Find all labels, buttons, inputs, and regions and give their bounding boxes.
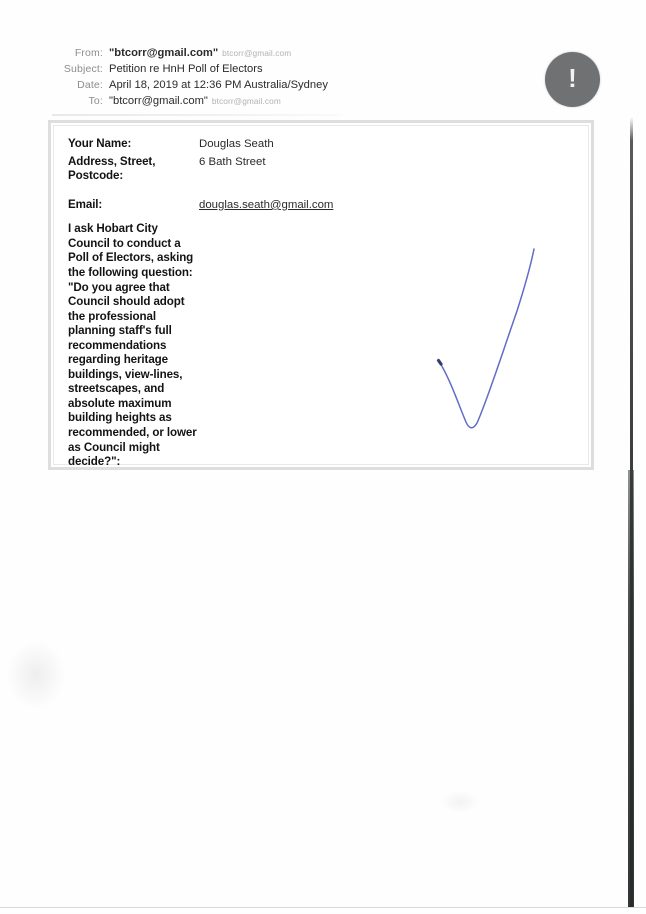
email-label-date: Date: xyxy=(77,79,103,91)
email-header-row-from: From: "btcorr@gmail.com" btcorr@gmail.co… xyxy=(52,47,382,63)
field-row-address: Address, Street, Postcode: 6 Bath Street xyxy=(68,155,568,184)
petition-request-text: I ask Hobart City Council to conduct a P… xyxy=(68,222,197,469)
petition-form-fields: Your Name: Douglas Seath Address, Street… xyxy=(68,137,568,470)
field-label-address: Address, Street, Postcode: xyxy=(68,154,156,183)
scanned-page: From: "btcorr@gmail.com" btcorr@gmail.co… xyxy=(0,0,646,914)
email-header-row-to: To: "btcorr@gmail.com" btcorr@gmail.com xyxy=(52,95,382,111)
email-secondary-from: btcorr@gmail.com xyxy=(222,48,292,58)
field-row-name: Your Name: Douglas Seath xyxy=(68,137,568,152)
field-value-email: douglas.seath@gmail.com xyxy=(199,198,568,213)
email-label-subject: Subject: xyxy=(63,63,103,75)
email-value-subject: Petition re HnH Poll of Electors xyxy=(109,63,263,75)
email-label-to: To: xyxy=(88,95,103,107)
field-row-email: Email: douglas.seath@gmail.com xyxy=(68,198,568,213)
field-value-address: 6 Bath Street xyxy=(199,155,266,168)
email-value-from: "btcorr@gmail.com" xyxy=(109,47,219,59)
field-label-your-name: Your Name: xyxy=(68,137,132,150)
email-label-from: From: xyxy=(74,47,103,59)
scan-edge-artifact-lower xyxy=(628,470,634,907)
email-header-row-date: Date: April 18, 2019 at 12:36 PM Austral… xyxy=(52,79,382,95)
exclamation-icon: ! xyxy=(545,52,600,107)
field-row-petition-request: I ask Hobart City Council to conduct a P… xyxy=(68,222,568,469)
email-address-link[interactable]: douglas.seath@gmail.com xyxy=(199,199,333,211)
page-bottom-rule xyxy=(0,907,646,908)
field-label-email: Email: xyxy=(68,197,103,211)
exclamation-glyph: ! xyxy=(568,63,577,93)
email-secondary-to: btcorr@gmail.com xyxy=(211,96,281,106)
scan-smudge-left xyxy=(6,640,66,710)
scan-smudge-right xyxy=(440,790,480,814)
email-header: From: "btcorr@gmail.com" btcorr@gmail.co… xyxy=(52,47,382,111)
email-value-date: April 18, 2019 at 12:36 PM Australia/Syd… xyxy=(109,79,328,91)
email-header-row-subject: Subject: Petition re HnH Poll of Elector… xyxy=(52,63,382,79)
field-value-your-name: Douglas Seath xyxy=(199,138,274,150)
petition-form-box: Your Name: Douglas Seath Address, Street… xyxy=(48,120,594,470)
email-value-to: "btcorr@gmail.com" xyxy=(109,95,208,107)
email-header-divider xyxy=(52,114,342,116)
